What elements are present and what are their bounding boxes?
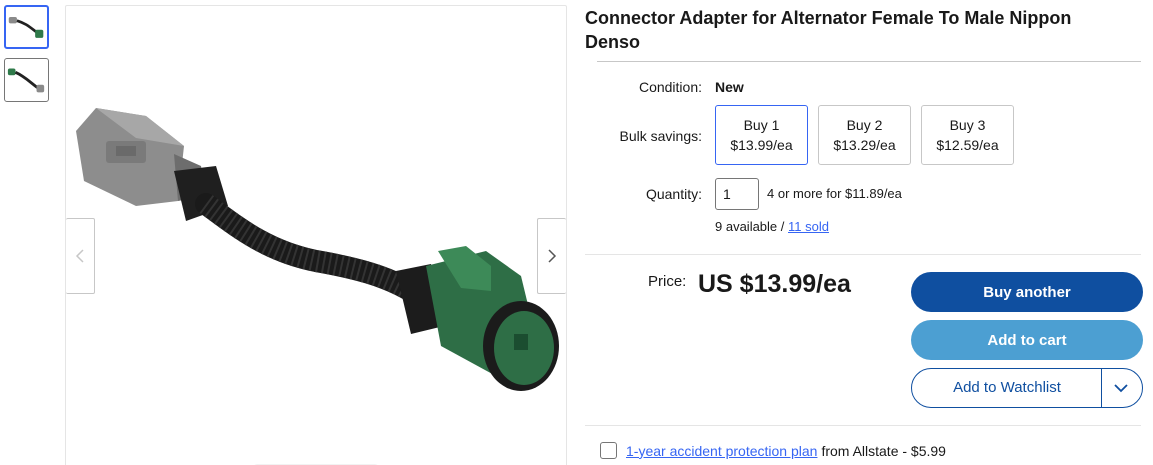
chevron-right-icon	[548, 249, 557, 263]
sold-count-link[interactable]: 11 sold	[788, 219, 829, 234]
condition-value: New	[715, 79, 744, 95]
availability-text: 9 available / 11 sold	[715, 219, 829, 234]
product-image-gallery	[65, 5, 567, 465]
protection-plan-checkbox[interactable]	[600, 442, 617, 459]
gallery-next-button[interactable]	[537, 218, 566, 294]
bulk-option-buy-3[interactable]: Buy 3 $12.59/ea	[921, 105, 1014, 165]
protection-plan-link[interactable]: 1-year accident protection plan	[626, 443, 817, 459]
price-value: US $13.99/ea	[698, 270, 851, 298]
bulk-option-price: $13.99/ea	[730, 137, 793, 153]
product-title: Connector Adapter for Alternator Female …	[585, 8, 1072, 52]
bulk-option-price: $13.29/ea	[833, 137, 896, 153]
connector-product-image	[76, 108, 559, 391]
price-label: Price:	[648, 273, 687, 290]
quantity-divider	[585, 254, 1141, 255]
bulk-option-price: $12.59/ea	[936, 137, 999, 153]
add-to-cart-button[interactable]: Add to cart	[911, 320, 1143, 360]
connector-thumbnail-2-icon	[7, 68, 45, 93]
thumbnail-2[interactable]	[4, 58, 49, 102]
available-count: 9 available /	[715, 219, 788, 234]
actions-divider	[585, 425, 1141, 426]
title-divider	[597, 61, 1141, 62]
bulk-option-quantity: Buy 1	[743, 117, 780, 133]
add-to-watchlist-button[interactable]: Add to Watchlist	[911, 368, 1143, 408]
watchlist-divider	[1101, 369, 1102, 407]
bulk-option-quantity: Buy 3	[949, 117, 986, 133]
protection-plan-row: 1-year accident protection plan from All…	[600, 442, 946, 459]
thumbnail-1[interactable]	[4, 5, 49, 49]
gallery-prev-button[interactable]	[66, 218, 95, 294]
chevron-down-icon[interactable]	[1110, 379, 1132, 397]
condition-label: Condition:	[638, 79, 702, 95]
bulk-option-buy-2[interactable]: Buy 2 $13.29/ea	[818, 105, 911, 165]
bulk-option-buy-1[interactable]: Buy 1 $13.99/ea	[715, 105, 808, 165]
bulk-savings-label: Bulk savings:	[619, 128, 702, 144]
watchlist-label: Add to Watchlist	[953, 379, 1061, 396]
quantity-input[interactable]: 1	[715, 178, 759, 210]
quantity-discount-note: 4 or more for $11.89/ea	[767, 186, 902, 201]
buy-another-button[interactable]: Buy another	[911, 272, 1143, 312]
protection-plan-provider: from Allstate - $5.99	[821, 442, 946, 459]
connector-thumbnail-1-icon	[8, 17, 44, 38]
chevron-left-icon	[75, 249, 84, 263]
quantity-label: Quantity:	[645, 186, 702, 202]
bulk-option-quantity: Buy 2	[846, 117, 883, 133]
